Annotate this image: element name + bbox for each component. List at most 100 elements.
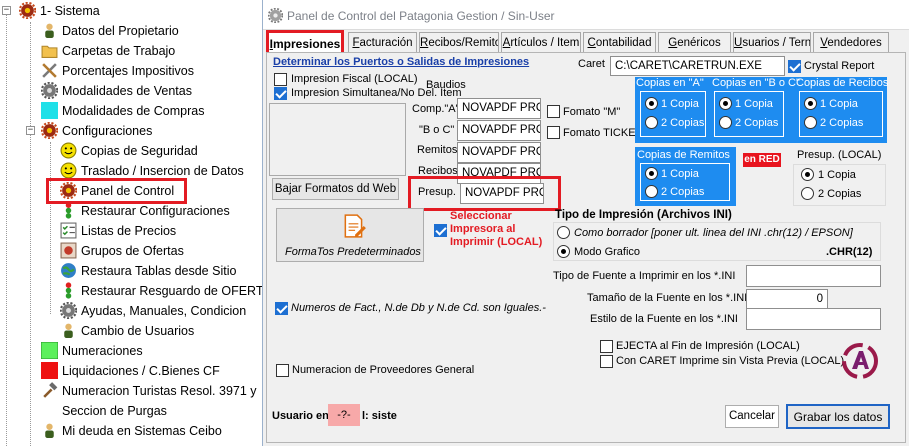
cancelar-button[interactable]: Cancelar [725,405,779,428]
tree-item-modalidades-compras[interactable]: Modalidades de Compras [41,101,204,120]
formatos-predeterminados-label: FormaTos Predeterminados [285,246,421,258]
tree-item-modalidades-ventas[interactable]: Modalidades de Ventas [41,81,192,100]
collapse-toggle[interactable]: − [2,6,11,15]
document-edit-icon [341,213,367,242]
tree-guide-line [30,22,31,446]
collapse-toggle[interactable]: − [26,126,35,135]
copias-recibos-2-radio[interactable] [804,116,817,129]
printer-boc-field[interactable]: NOVAPDF PRO [457,120,541,141]
copias-bc-title: Copias en "B o C" [712,77,800,89]
tipo-fuente-field[interactable] [746,265,881,287]
tree-item-ayudas[interactable]: Ayudas, Manuales, Condicion [60,301,246,320]
tab-genericos[interactable]: Genéricos [658,32,731,54]
fomato-ticket-label: Fomato TICKET [563,127,643,139]
con-caret-checkbox[interactable] [600,355,613,368]
grabar-datos-button[interactable]: Grabar los datos [786,404,890,429]
presup-local-title: Presup. (LOCAL) [797,149,882,161]
tree-item-label: Porcentajes Impositivos [62,63,195,78]
numeracion-proveedores-label: Numeracion de Proveedores General [292,364,475,376]
printer-comp-a-field[interactable]: NOVAPDF PRO [457,98,541,119]
baudios-label: Baudios [426,79,466,91]
tree-item-porcentajes[interactable]: Porcentajes Impositivos [41,61,194,80]
tab-articulos-item[interactable]: Artículos / Item [501,32,581,54]
tree-item-carpetas[interactable]: Carpetas de Trabajo [41,41,175,60]
tree-item-numeracion-turistas[interactable]: Numeracion Turistas Resol. 3971 y [41,381,257,400]
navigation-tree: − 1- Sistema Datos del Propietario Carpe… [0,0,262,446]
tree-root[interactable]: 1- Sistema [19,1,100,20]
printer-presup-field[interactable]: NOVAPDF PRO [460,183,544,204]
tab-label: acturación [359,37,413,49]
tree-guide-line [6,12,7,446]
fomato-m-checkbox[interactable] [547,105,560,118]
tab-vendedores[interactable]: Vendedores [813,32,889,54]
copias-recibos-title: Copias de Recibos [796,77,889,89]
chr12-label: .CHR(12) [826,246,873,258]
tab-contabilidad[interactable]: Contabilidad [583,32,656,54]
tree-item-label: Liquidaciones / C.Bienes CF [62,363,220,378]
tab-usuarios-tern[interactable]: Usuarios / Tern [733,32,811,54]
tab-facturacion[interactable]: Facturación [348,32,417,54]
copias-a-2-radio[interactable] [645,116,658,129]
bajar-formatos-button[interactable]: Bajar Formatos dd Web [272,178,399,200]
copias-recibos-2-label: 2 Copias [820,117,864,129]
preview-box [269,103,406,176]
checklist-icon [60,222,77,239]
impresion-simultanea-checkbox[interactable] [274,87,287,100]
tipo-fuente-label: Tipo de Fuente a Imprimir en los *.INI [553,270,736,282]
ejecuta-fin-checkbox[interactable] [600,340,613,353]
formatos-predeterminados-button[interactable]: FormaTos Predeterminados [276,208,424,262]
crystal-report-checkbox[interactable] [788,60,801,73]
tree-item-liquidaciones[interactable]: Liquidaciones / C.Bienes CF [41,361,220,380]
tab-recibos-remito[interactable]: Recibos/Remito [419,32,499,54]
tree-item-cambio-usuarios[interactable]: Cambio de Usuarios [60,321,194,340]
tree-item-label: Configuraciones [62,123,153,138]
tree-item-listas-precios[interactable]: Listas de Precios [60,221,176,240]
copias-a-1-radio[interactable] [645,97,658,110]
presup-2-radio[interactable] [801,187,814,200]
copias-bc-2-radio[interactable] [719,116,732,129]
copias-remitos-2-radio[interactable] [645,185,658,198]
tree-item-datos-propietario[interactable]: Datos del Propietario [41,21,179,40]
tree-item-label: Grupos de Ofertas [81,243,184,258]
caret-path-field[interactable]: C:\CARET\CARETRUN.EXE [610,56,785,76]
copias-bc-2-label: 2 Copias [735,117,779,129]
numeros-iguales-checkbox[interactable] [275,302,288,315]
tree-item-configuraciones[interactable]: Configuraciones [41,121,152,140]
fomato-ticket-checkbox[interactable] [547,126,560,139]
estilo-fuente-field[interactable] [746,308,881,330]
person-icon [60,322,77,339]
como-borrador-radio[interactable] [557,226,570,239]
copias-recibos-1-radio[interactable] [804,97,817,110]
tree-item-label: Modalidades de Ventas [62,83,192,98]
copias-remitos-1-radio[interactable] [645,167,658,180]
traffic-light-icon [60,202,77,219]
presup-1-radio[interactable] [801,168,814,181]
copias-bc-1-radio[interactable] [719,97,732,110]
tree-item-label: Cambio de Usuarios [81,323,195,338]
smiley-icon [60,142,77,159]
ports-heading: Determinar los Puertos o Salidas de Impr… [273,56,530,68]
tamano-fuente-field[interactable]: 0 [746,289,828,309]
tree-item-restaura-tablas[interactable]: Restaura Tablas desde Sitio [60,261,236,280]
ofertas-icon [60,242,77,259]
tree-item-grupos-ofertas[interactable]: Grupos de Ofertas [60,241,184,260]
title-bar[interactable]: Panel de Control del Patagonia Gestion /… [263,0,909,30]
tree-item-copias-seguridad[interactable]: Copias de Seguridad [60,141,198,160]
printer-label-comp-a: Comp."A" [412,103,460,115]
seleccionar-impresora-checkbox[interactable] [434,224,447,237]
tree-item-restaurar-resguardo[interactable]: Restaurar Resguardo de OFERT [60,281,262,300]
crystal-report-label: Crystal Report [804,60,875,72]
printer-label-presup: Presup. [418,186,456,198]
panel-control-window: Panel de Control del Patagonia Gestion /… [262,0,909,446]
tree-item-numeraciones[interactable]: Numeraciones [41,341,143,360]
numeracion-proveedores-checkbox[interactable] [276,364,289,377]
usuario-prefix: Usuario en [272,410,329,422]
impresion-fiscal-checkbox[interactable] [274,73,287,86]
printer-remitos-field[interactable]: NOVAPDF PRO [457,142,541,163]
copias-a-1-label: 1 Copia [661,98,699,110]
tab-label: mpresiones [272,37,341,51]
tree-item-seccion-purgas[interactable]: Seccion de Purgas [41,401,167,420]
tree-item-mi-deuda[interactable]: Mi deuda en Sistemas Ceibo [41,421,222,440]
modo-grafico-radio[interactable] [557,245,570,258]
tree-item-restaurar-config[interactable]: Restaurar Configuraciones [60,201,230,220]
